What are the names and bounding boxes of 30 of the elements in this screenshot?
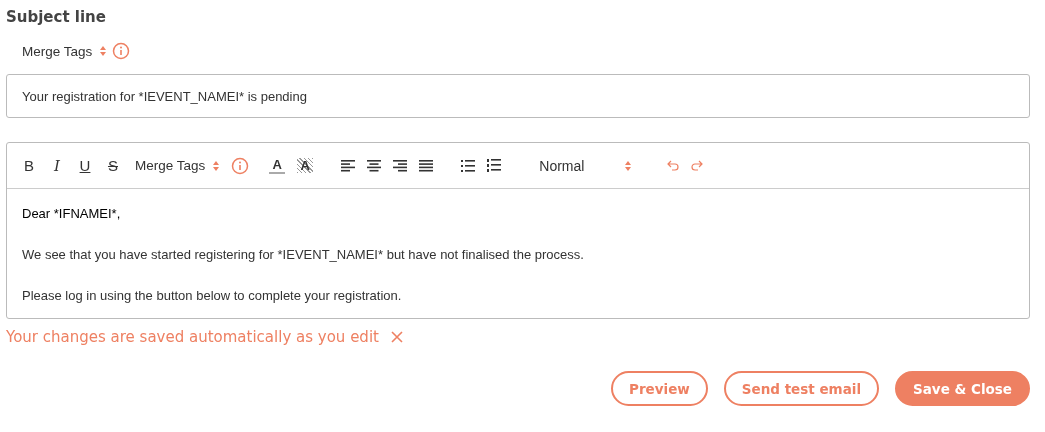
email-body-editor[interactable]: Dear *IFNAMEI*, We see that you have started registering for *IEVENT_NAMEI* but have not finalised the process. Please log in using the button below to complete your registration. <box>7 189 1029 318</box>
align-icon[interactable] <box>419 159 434 172</box>
format-button[interactable]: U <box>77 157 93 174</box>
numbered-list-icon[interactable] <box>487 159 502 172</box>
redo-icon[interactable] <box>691 160 704 171</box>
format-button[interactable]: B <box>21 157 37 174</box>
info-icon[interactable] <box>112 42 131 60</box>
style-select[interactable]: Normal <box>539 157 632 174</box>
format-button[interactable]: I <box>49 156 65 175</box>
autosave-notice: Your changes are saved automatically as you edit <box>6 328 379 346</box>
body-paragraph: We see that you have started registering for *IEVENT_NAMEI* but have not finalised the process. <box>22 246 585 264</box>
align-icon[interactable] <box>367 159 382 172</box>
sort-caret-icon <box>213 160 220 171</box>
format-button[interactable]: S <box>105 157 121 174</box>
text-color-button[interactable]: A <box>269 157 286 174</box>
sort-caret-icon <box>625 160 632 171</box>
body-paragraph: Dear *IFNAMEI*, <box>22 205 122 223</box>
align-icon[interactable] <box>393 159 408 172</box>
info-icon[interactable] <box>231 156 250 175</box>
align-icon[interactable] <box>341 159 356 172</box>
undo-icon[interactable] <box>667 160 680 171</box>
body-paragraph: Please log in using the button below to complete your registration. <box>22 287 403 305</box>
close-icon[interactable] <box>390 331 403 343</box>
sort-caret-icon <box>100 46 107 56</box>
highlight-button[interactable]: A <box>297 158 314 173</box>
merge-tags-select[interactable]: Merge Tags <box>135 158 220 173</box>
section-heading: Subject line <box>6 8 107 28</box>
bullet-list-icon[interactable] <box>461 159 476 172</box>
merge-tags-select[interactable]: Merge Tags <box>22 43 107 59</box>
subject-input[interactable]: Your registration for *IEVENT_NAMEI* is pending <box>6 74 1030 118</box>
